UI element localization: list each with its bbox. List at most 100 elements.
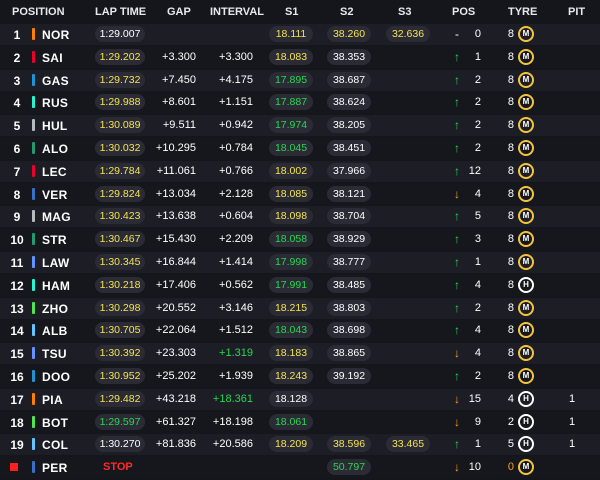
interval-value: +1.319 xyxy=(219,347,253,360)
sector-3: 32.636 xyxy=(386,26,430,42)
interval-value: +4.175 xyxy=(219,73,253,86)
sector-1: 18.002 xyxy=(269,162,313,179)
driver-code: LAW xyxy=(42,256,70,270)
gap-value: +61.327 xyxy=(155,415,196,428)
position-number: 16 xyxy=(10,370,24,384)
sector-1: 17.991 xyxy=(269,276,313,293)
table-row[interactable]: 17 PIA 1:29.482 +43.218 +18.361 18.128 ↓ 15 4 H 1 xyxy=(0,388,600,411)
arrow-up-icon: ↑ xyxy=(454,300,460,315)
tyre-compound-icon: M xyxy=(518,140,534,156)
table-row[interactable]: 13 ZHO 1:30.298 +20.552 +3.146 18.215 38.803 ↑ 2… xyxy=(0,297,600,320)
team-color-bar xyxy=(32,347,35,360)
tyre-laps: 8 xyxy=(507,324,514,337)
sector-2: 39.192 xyxy=(327,368,371,384)
table-row[interactable]: 12 HAM 1:30.218 +17.406 +0.562 17.991 38.485 ↑ 4… xyxy=(0,274,600,297)
positions-changed: 10 xyxy=(468,461,481,474)
table-row[interactable]: 7 LEC 1:29.784 +11.061 +0.766 18.002 37.966 ↑ 12… xyxy=(0,160,600,183)
positions-changed: 9 xyxy=(474,415,481,428)
gap-value: +20.552 xyxy=(155,301,196,314)
positions-changed: 4 xyxy=(474,347,481,360)
tyre-compound-icon: H xyxy=(518,413,534,430)
table-row[interactable]: 16 DOO 1:30.952 +25.202 +1.939 18.243 39.192 ↑ 2… xyxy=(0,365,600,388)
tyre-laps: 4 xyxy=(507,392,514,405)
table-row[interactable]: PER STOP 50.797 ↓ 10 0 M xyxy=(0,456,600,479)
arrow-up-icon: ↑ xyxy=(454,437,460,452)
pit-count: 1 xyxy=(568,438,576,451)
positions-changed: 15 xyxy=(468,392,481,405)
table-row[interactable]: 18 BOT 1:29.597 +61.327 +18.198 18.061 ↓ 9 2 H 1 xyxy=(0,411,600,434)
driver-code: DOO xyxy=(42,370,71,384)
sector-1: 18.098 xyxy=(269,208,313,225)
table-row[interactable]: 14 ALB 1:30.705 +22.064 +1.512 18.043 38.698 ↑ 4… xyxy=(0,319,600,342)
table-row[interactable]: 1 NOR 1:29.007 18.111 38.260 32.636 - 0 8 M xyxy=(0,23,600,46)
tyre-laps: 8 xyxy=(507,164,514,177)
tyre-laps: 8 xyxy=(507,301,514,314)
positions-changed: 3 xyxy=(474,233,481,246)
tyre-laps: 0 xyxy=(507,461,514,474)
sector-2: 38.865 xyxy=(327,345,371,362)
tyre-laps: 8 xyxy=(507,142,514,154)
team-color-bar xyxy=(32,210,35,223)
arrow-up-icon: ↑ xyxy=(454,163,460,178)
tyre-compound-icon: M xyxy=(518,185,534,202)
tyre-laps: 2 xyxy=(507,415,514,428)
driver-code: COL xyxy=(42,438,69,453)
tyre-laps: 8 xyxy=(507,210,514,223)
gap-value: +15.430 xyxy=(155,233,196,246)
tyre-laps: 8 xyxy=(507,370,514,382)
header-interval[interactable]: INTERVAL xyxy=(210,6,264,18)
sector-1: 18.083 xyxy=(269,48,313,65)
gap-value: +7.450 xyxy=(162,73,196,86)
table-row[interactable]: 3 GAS 1:29.732 +7.450 +4.175 17.895 38.687 ↑ 2 8 M xyxy=(0,69,600,92)
tyre-compound-icon: H xyxy=(518,390,534,407)
table-row[interactable]: 10 STR 1:30.467 +15.430 +2.209 18.058 38.929 ↑ 3… xyxy=(0,228,600,251)
table-row[interactable]: 11 LAW 1:30.345 +16.844 +1.414 17.998 38.777 ↑ 1… xyxy=(0,251,600,274)
team-color-bar xyxy=(32,119,35,132)
lap-time: 1:30.467 xyxy=(95,231,145,248)
interval-value: +18.198 xyxy=(212,415,253,428)
header-tyre[interactable]: TYRE xyxy=(508,6,537,18)
header-s3[interactable]: S3 xyxy=(398,6,411,18)
table-row[interactable]: 4 RUS 1:29.988 +8.601 +1.151 17.887 38.624 ↑ 2 8 M xyxy=(0,91,600,114)
header-lap-time[interactable]: LAP TIME xyxy=(95,6,146,18)
table-row[interactable]: 5 HUL 1:30.089 +9.511 +0.942 17.974 38.205 ↑ 2 8 M xyxy=(0,114,600,137)
header-s2[interactable]: S2 xyxy=(340,6,353,18)
table-row[interactable]: 19 COL 1:30.270 +81.836 +20.586 18.209 38.596 3… xyxy=(0,433,600,456)
timing-table: POSITION LAP TIME GAP INTERVAL S1 S2 S3 … xyxy=(0,0,600,480)
sector-2: 38.205 xyxy=(327,117,371,134)
header-s1[interactable]: S1 xyxy=(285,6,298,18)
lap-time: 1:30.423 xyxy=(95,208,145,225)
positions-changed: 1 xyxy=(474,438,481,451)
position-number: 9 xyxy=(13,210,21,225)
header-pos[interactable]: POS xyxy=(452,6,475,18)
table-row[interactable]: 15 TSU 1:30.392 +23.303 +1.319 18.183 38.865 ↓ 4… xyxy=(0,342,600,365)
gap-value: +10.295 xyxy=(155,142,196,154)
tyre-laps: 8 xyxy=(507,347,514,360)
position-number: 8 xyxy=(13,187,21,202)
interval-value: +3.146 xyxy=(219,301,253,314)
gap-value: +11.061 xyxy=(156,164,196,177)
sector-1: 17.998 xyxy=(269,254,313,270)
table-row[interactable]: 2 SAI 1:29.202 +3.300 +3.300 18.083 38.353 ↑ 1 8 M xyxy=(0,46,600,69)
table-row[interactable]: 9 MAG 1:30.423 +13.638 +0.604 18.098 38.704 ↑ 5 8… xyxy=(0,205,600,228)
sector-2: 38.596 xyxy=(327,436,371,453)
team-color-bar xyxy=(32,438,35,451)
positions-changed: 5 xyxy=(474,210,481,223)
header-pit[interactable]: PIT xyxy=(568,6,585,18)
sector-2: 37.966 xyxy=(327,162,371,179)
header-position[interactable]: POSITION xyxy=(12,6,65,18)
gap-value: +81.836 xyxy=(155,438,196,451)
team-color-bar xyxy=(32,370,35,382)
sector-1: 18.111 xyxy=(269,26,313,42)
driver-code: STR xyxy=(42,233,67,248)
lap-time: 1:30.705 xyxy=(95,322,145,339)
tyre-laps: 8 xyxy=(507,278,514,291)
tyre-laps: 8 xyxy=(507,256,514,268)
arrow-up-icon: ↑ xyxy=(454,72,460,87)
header-gap[interactable]: GAP xyxy=(167,6,191,18)
interval-value: +2.209 xyxy=(219,233,253,246)
tyre-compound-icon: M xyxy=(518,162,534,179)
table-row[interactable]: 8 VER 1:29.824 +13.034 +2.128 18.085 38.121 ↓ 4 8… xyxy=(0,183,600,206)
table-row[interactable]: 6 ALO 1:30.032 +10.295 +0.784 18.045 38.451 ↑ 2 8… xyxy=(0,137,600,160)
sector-1: 18.183 xyxy=(269,345,313,362)
